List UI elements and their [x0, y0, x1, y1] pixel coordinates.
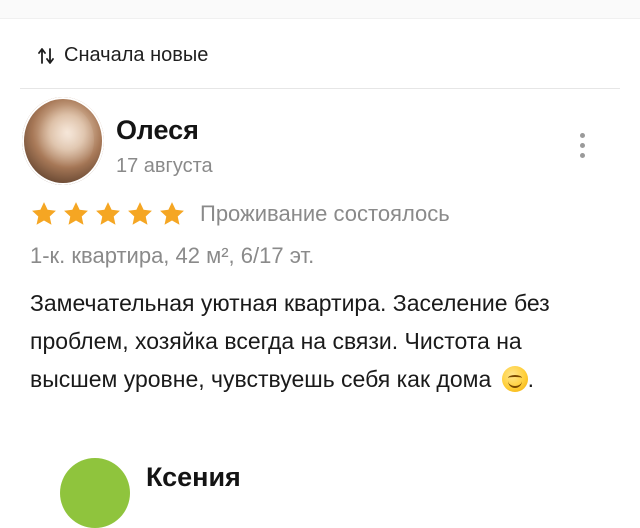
reviewer-avatar[interactable]: [22, 97, 104, 185]
apartment-info: 1-к. квартира, 42 м², 6/17 эт.: [30, 243, 315, 268]
star-icon: [32, 202, 56, 225]
more-vertical-icon-dot: [579, 142, 585, 148]
star-icon: [160, 202, 184, 225]
smiling-face-emoji: [501, 366, 528, 392]
star-icon: [64, 202, 88, 225]
rating-stars: [30, 200, 186, 228]
sort-control[interactable]: Сначала новые: [38, 44, 208, 67]
sort-label: Сначала новые: [64, 44, 209, 66]
rating-row: Проживание состоялось: [30, 200, 450, 228]
section-divider: [20, 88, 620, 89]
more-vertical-icon: [579, 132, 585, 138]
star-icon: [96, 202, 120, 225]
reviewer-name: Олеся: [116, 115, 199, 145]
more-vertical-icon-dot: [579, 152, 585, 158]
more-options-button[interactable]: [570, 128, 594, 162]
stay-status: Проживание состоялось: [200, 201, 450, 226]
star-icon: [128, 202, 152, 225]
review-text-end: .: [527, 366, 535, 392]
next-reviewer-name: Ксения: [146, 462, 241, 492]
top-header-strip: [0, 0, 640, 19]
sort-arrows-icon: [38, 47, 54, 64]
next-reviewer-avatar[interactable]: [60, 458, 130, 528]
review-text: Замечательная уютная квартира. Заселение…: [30, 284, 590, 398]
review-body: Замечательная уютная квартира. Заселение…: [30, 290, 550, 392]
review-date: 17 августа: [116, 155, 213, 177]
